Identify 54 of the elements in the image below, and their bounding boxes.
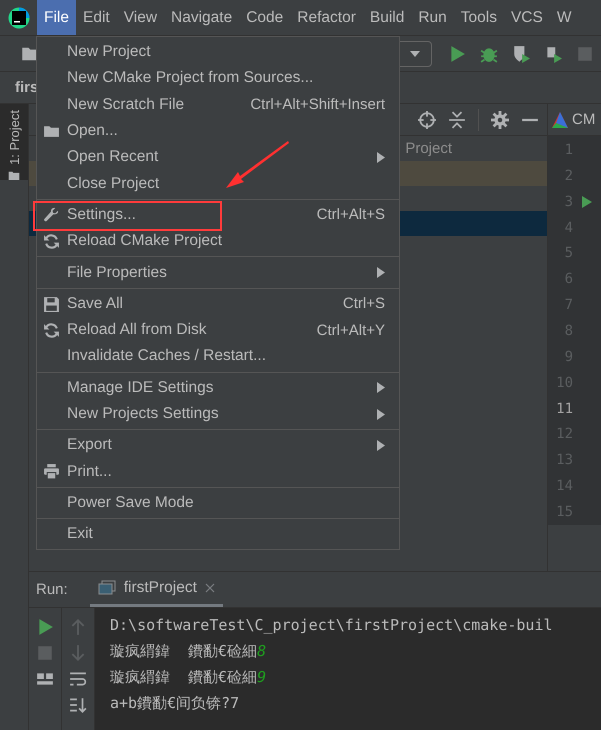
app-logo-icon[interactable] — [8, 7, 30, 29]
menu-bar-item[interactable]: Code — [239, 0, 290, 35]
crosshair-icon[interactable] — [418, 110, 436, 128]
refresh-icon — [43, 233, 60, 250]
menu-item[interactable]: New CMake Project from Sources... — [37, 65, 399, 92]
printer-icon — [43, 463, 60, 480]
triangle-logo-icon — [551, 110, 569, 128]
menu-item[interactable]: Power Save Mode — [37, 490, 399, 516]
console-window-icon — [98, 580, 116, 596]
menu-bar-item[interactable]: View — [116, 0, 164, 35]
menu-item[interactable]: Reload CMake Project — [37, 228, 399, 254]
menu-bar-item[interactable]: File — [37, 0, 76, 35]
menu-item[interactable]: Export — [37, 432, 399, 458]
menu-item[interactable]: New Project — [37, 39, 399, 66]
menu-item[interactable]: File Properties — [37, 259, 399, 286]
menu-bar-item[interactable]: Refactor — [290, 0, 363, 35]
menu-bar-item[interactable]: VCS — [504, 0, 550, 35]
menu-bar-item[interactable]: W — [550, 0, 578, 35]
scroll-to-end-icon[interactable] — [69, 696, 87, 714]
wrench-icon — [43, 206, 60, 224]
shield-play-icon[interactable] — [512, 44, 530, 62]
menu-item[interactable]: Open Recent — [37, 144, 399, 170]
menu-item[interactable]: Manage IDE Settings — [37, 374, 399, 401]
close-icon[interactable] — [204, 583, 215, 593]
run-panel-title: Run: — [36, 581, 68, 598]
menu-bar-item[interactable]: Navigate — [164, 0, 240, 35]
collapse-icon[interactable] — [448, 110, 466, 128]
menu-item[interactable]: New Projects Settings — [37, 400, 399, 428]
folder-icon — [7, 170, 21, 180]
line-number: 11 — [555, 400, 573, 417]
wrap-icon[interactable] — [69, 670, 87, 688]
refresh-icon — [43, 322, 60, 339]
run-gutter-icon[interactable] — [582, 196, 592, 208]
console-line: D:\softwareTest\C_project\firstProject\cmake-buil — [110, 615, 554, 636]
menu-bar-item[interactable]: Run — [411, 0, 454, 35]
project-tool-tab[interactable]: 1: Project — [0, 104, 28, 180]
menu-item[interactable]: Exit — [37, 521, 399, 548]
menu-bar-item[interactable]: Edit — [76, 0, 117, 35]
menu-item[interactable]: New Scratch File Ctrl+Alt+Shift+Insert — [37, 92, 399, 118]
menu-bar-item[interactable]: Tools — [454, 0, 504, 35]
settings-icon[interactable] — [491, 110, 509, 128]
pointer-arrow — [226, 140, 290, 190]
console-line: a+b鐨勫€间负锛?7 — [110, 692, 240, 714]
dropdown-arrow-icon[interactable] — [400, 40, 432, 66]
menu-item[interactable]: Print... — [37, 458, 399, 485]
menu-item[interactable]: Save All Ctrl+S — [37, 290, 399, 317]
menu-item[interactable]: Close Project — [37, 170, 399, 197]
menu-item[interactable]: Open... — [37, 118, 399, 144]
console-line: 璇疯緭鍏 鐨勫€硷細9 — [110, 666, 268, 688]
menu-item[interactable]: Settings... Ctrl+Alt+S — [37, 202, 399, 228]
menu-item[interactable]: Invalidate Caches / Restart... — [37, 343, 399, 370]
console-line: 璇疯緭鍏 鐨勫€硷細8 — [110, 640, 268, 662]
menu-item[interactable]: Reload All from Disk Ctrl+Alt+Y — [37, 316, 399, 344]
menu-bar-item[interactable]: Build — [362, 0, 412, 35]
